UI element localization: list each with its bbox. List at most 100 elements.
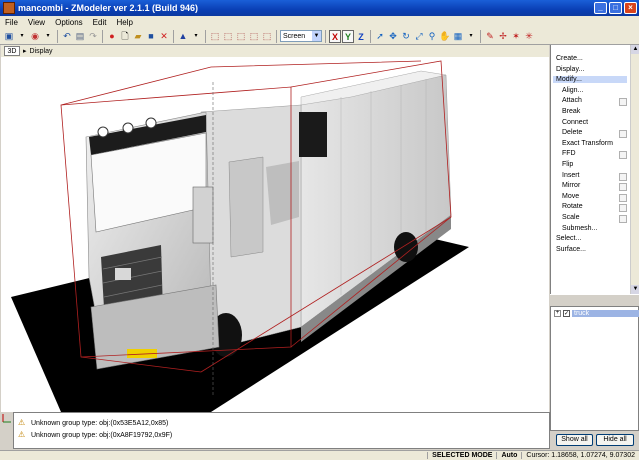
toolbar-separator xyxy=(370,29,371,43)
box-view-icon[interactable]: ⬚ xyxy=(209,30,221,42)
object-tree: + ✓ truck xyxy=(550,306,639,431)
command-create[interactable]: Create... xyxy=(556,55,583,62)
dropdown-arrow-icon[interactable]: ▾ xyxy=(465,30,477,42)
scroll-up-icon[interactable]: ▲ xyxy=(631,45,639,54)
viewport-display-menu[interactable]: Display xyxy=(30,48,53,55)
command-select[interactable]: Select... xyxy=(556,235,581,242)
undo-icon[interactable]: ↶ xyxy=(61,30,73,42)
command-insert[interactable]: Insert xyxy=(562,172,580,179)
viewport-mode-button[interactable]: 3D xyxy=(4,46,20,56)
select-arrow-icon[interactable]: ➚ xyxy=(374,30,386,42)
tree-item-label[interactable]: truck xyxy=(572,310,639,317)
command-delete[interactable]: Delete xyxy=(562,129,582,136)
delete-icon[interactable]: ✕ xyxy=(158,30,170,42)
menu-file[interactable]: File xyxy=(0,18,23,27)
viewport-menu-icon[interactable]: ▸ xyxy=(23,47,27,55)
move-icon[interactable]: ✥ xyxy=(387,30,399,42)
properties-icon[interactable]: ▤ xyxy=(74,30,86,42)
command-ffd[interactable]: FFD xyxy=(562,150,576,157)
toolbar-separator xyxy=(480,29,481,43)
viewport-3d[interactable] xyxy=(1,57,549,412)
panel-divider xyxy=(550,294,639,306)
menu-options[interactable]: Options xyxy=(50,18,88,27)
scale-icon[interactable]: ⤢ xyxy=(413,30,425,42)
pick-icon[interactable]: ✋ xyxy=(439,30,451,42)
box-select-icon[interactable]: ⬚ xyxy=(222,30,234,42)
command-exact-transform[interactable]: Exact Transform xyxy=(562,140,613,147)
command-submesh[interactable]: Submesh... xyxy=(562,225,597,232)
expand-icon[interactable]: + xyxy=(554,310,561,317)
command-option-checkbox[interactable] xyxy=(619,98,627,107)
log-entry: ⚠ Unknown group type: obj:(0x53E5A12,0x8… xyxy=(18,419,168,427)
roof-equipment xyxy=(299,112,327,157)
command-mirror[interactable]: Mirror xyxy=(562,182,580,189)
command-flip[interactable]: Flip xyxy=(562,161,573,168)
command-break[interactable]: Break xyxy=(562,108,580,115)
command-option-checkbox[interactable] xyxy=(619,130,627,139)
chevron-down-icon: ▼ xyxy=(312,31,321,41)
hide-all-button[interactable]: Hide all xyxy=(596,434,634,446)
command-option-checkbox[interactable] xyxy=(619,193,627,202)
walker-icon[interactable]: ⚲ xyxy=(426,30,438,42)
command-modify[interactable]: Modify... xyxy=(553,76,627,84)
open-icon[interactable]: ◉ xyxy=(29,30,41,42)
command-connect[interactable]: Connect xyxy=(562,119,588,126)
vertex-tool-icon[interactable]: ✢ xyxy=(497,30,509,42)
dropdown-arrow-icon[interactable]: ▾ xyxy=(16,30,28,42)
edge-tool-icon[interactable]: ✶ xyxy=(510,30,522,42)
command-panel-scrollbar[interactable]: ▲ ▼ xyxy=(630,45,639,294)
command-scale[interactable]: Scale xyxy=(562,214,580,221)
new-scene-icon[interactable]: ▣ xyxy=(3,30,15,42)
menu-view[interactable]: View xyxy=(23,18,50,27)
menu-edit[interactable]: Edit xyxy=(88,18,112,27)
save-icon[interactable]: ■ xyxy=(145,30,157,42)
cab-door xyxy=(228,156,264,258)
command-move[interactable]: Move xyxy=(562,193,579,200)
command-surface[interactable]: Surface... xyxy=(556,246,586,253)
redo-icon[interactable]: ↷ xyxy=(87,30,99,42)
command-option-checkbox[interactable] xyxy=(619,204,627,213)
command-option-checkbox[interactable] xyxy=(619,172,627,181)
axis-gizmo-icon xyxy=(2,414,11,423)
box-wire-icon[interactable]: ⬚ xyxy=(235,30,247,42)
toolbar-separator xyxy=(102,29,103,43)
open-folder-icon[interactable]: ▰ xyxy=(132,30,144,42)
record-icon[interactable]: ● xyxy=(106,30,118,42)
command-option-checkbox[interactable] xyxy=(619,215,627,223)
side-mirror xyxy=(192,186,214,244)
command-rotate[interactable]: Rotate xyxy=(562,203,583,210)
grid-icon[interactable]: ▦ xyxy=(452,30,464,42)
title-bar: mancombi - ZModeler ver 2.1.1 (Build 946… xyxy=(0,0,639,16)
new-file-icon[interactable]: 🗋 xyxy=(119,30,131,42)
window-title: mancombi - ZModeler ver 2.1.1 (Build 946… xyxy=(18,3,199,13)
maximize-button[interactable]: □ xyxy=(609,2,622,14)
toolbar-separator xyxy=(276,29,277,43)
tree-item-truck[interactable]: + ✓ truck xyxy=(554,310,639,317)
face-tool-icon[interactable]: ✳ xyxy=(523,30,535,42)
command-align[interactable]: Align... xyxy=(562,87,583,94)
axis-x-toggle[interactable]: X xyxy=(329,29,341,43)
coord-mode-select[interactable]: Screen ▼ xyxy=(280,30,322,42)
command-attach[interactable]: Attach xyxy=(562,97,582,104)
box-texture-icon[interactable]: ⬚ xyxy=(261,30,273,42)
visibility-checkbox[interactable]: ✓ xyxy=(563,310,570,317)
command-option-checkbox[interactable] xyxy=(619,183,627,192)
close-button[interactable]: × xyxy=(624,2,637,14)
minimize-button[interactable]: _ xyxy=(594,2,607,14)
paint-icon[interactable]: ✎ xyxy=(484,30,496,42)
axis-y-toggle[interactable]: Y xyxy=(342,29,354,43)
axis-z-toggle[interactable]: Z xyxy=(355,30,367,43)
command-display[interactable]: Display... xyxy=(556,66,584,73)
dropdown-arrow-icon[interactable]: ▾ xyxy=(190,30,202,42)
menu-help[interactable]: Help xyxy=(111,18,137,27)
shading-icon[interactable]: ▲ xyxy=(177,30,189,42)
scroll-down-icon[interactable]: ▼ xyxy=(631,285,639,294)
rotate-icon[interactable]: ↻ xyxy=(400,30,412,42)
cab-side-panel xyxy=(266,161,299,225)
badge xyxy=(115,268,131,280)
command-option-checkbox[interactable] xyxy=(619,151,627,160)
show-all-button[interactable]: Show all xyxy=(556,434,593,446)
box-solid-icon[interactable]: ⬚ xyxy=(248,30,260,42)
dropdown-arrow-icon[interactable]: ▾ xyxy=(42,30,54,42)
status-auto: Auto xyxy=(496,452,521,459)
